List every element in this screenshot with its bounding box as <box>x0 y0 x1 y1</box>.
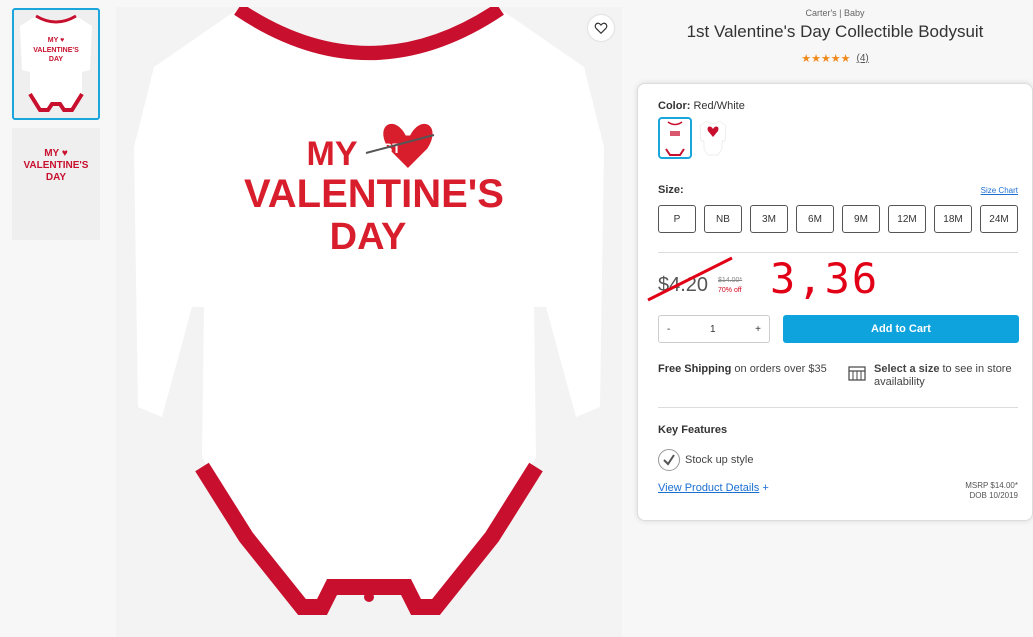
store-availability: Select a size to see in store availabili… <box>848 363 1028 389</box>
heart-icon <box>594 22 608 35</box>
quantity-increment-button[interactable]: + <box>755 324 761 335</box>
brand-breadcrumb[interactable]: Carter's | Baby <box>637 8 1033 18</box>
store-bold[interactable]: Select a size <box>874 363 939 375</box>
color-row: Color: Red/White <box>658 100 745 112</box>
details-label[interactable]: View Product Details <box>658 482 759 494</box>
size-option-9m[interactable]: 9M <box>842 205 880 233</box>
print-valentines: VALENTINE'S <box>244 172 504 216</box>
handwritten-price-annotation: 3,36 <box>770 254 880 303</box>
svg-text:DAY: DAY <box>46 172 67 183</box>
size-option-12m[interactable]: 12M <box>888 205 926 233</box>
msrp-value: MSRP $14.00* <box>965 481 1018 490</box>
feature-label: Stock up style <box>685 454 754 466</box>
bodysuit-illustration: MY 1ST VALENTINE'S DAY <box>134 7 604 615</box>
checkmark-icon <box>658 449 680 471</box>
size-label: Size: <box>658 184 684 196</box>
color-value: Red/White <box>693 100 745 112</box>
thumbnail-print-closeup[interactable]: MY ♥ VALENTINE'S DAY <box>12 128 100 240</box>
svg-text:MY ♥: MY ♥ <box>44 148 68 159</box>
svg-text:MY ♥: MY ♥ <box>48 37 64 44</box>
store-icon <box>848 366 866 381</box>
quantity-decrement-button[interactable]: - <box>667 324 670 335</box>
product-header: Carter's | Baby 1st Valentine's Day Coll… <box>637 0 1033 65</box>
size-option-6m[interactable]: 6M <box>796 205 834 233</box>
size-option-p[interactable]: P <box>658 205 696 233</box>
rating[interactable]: ★★★★★ (4) <box>637 52 1033 65</box>
size-option-24m[interactable]: 24M <box>980 205 1018 233</box>
feature-item: Stock up style <box>658 449 753 471</box>
discount-label: 70% off <box>718 287 742 294</box>
view-product-details-link[interactable]: View Product Details + <box>658 482 769 494</box>
size-chart-link[interactable]: Size Chart <box>981 186 1018 195</box>
print-day: DAY <box>330 216 407 258</box>
thumbnail-list: MY ♥ VALENTINE'S DAY MY ♥ VALENTINE'S DA… <box>12 8 102 248</box>
color-swatches <box>658 117 730 159</box>
quantity-stepper: - 1 + <box>658 315 770 343</box>
msrp-info: MSRP $14.00* DOB 10/2019 <box>965 481 1018 501</box>
product-title: 1st Valentine's Day Collectible Bodysuit <box>686 22 984 41</box>
svg-text:DAY: DAY <box>49 56 63 63</box>
quantity-value[interactable]: 1 <box>710 324 716 335</box>
swatch-red-white-front[interactable] <box>658 117 692 159</box>
size-option-3m[interactable]: 3M <box>750 205 788 233</box>
original-price: $14.00* <box>718 277 743 284</box>
size-options: P NB 3M 6M 9M 12M 18M 24M <box>658 205 1018 233</box>
rating-stars: ★★★★★ <box>801 53 851 65</box>
divider <box>658 252 1018 253</box>
svg-text:VALENTINE'S: VALENTINE'S <box>24 160 89 171</box>
size-option-nb[interactable]: NB <box>704 205 742 233</box>
shipping-bold: Free Shipping <box>658 363 732 375</box>
add-to-cart-button[interactable]: Add to Cart <box>783 315 1019 343</box>
purchase-panel: Color: Red/White Size: Size Chart P NB 3… <box>637 83 1033 521</box>
dob-value: DOB 10/2019 <box>969 491 1018 500</box>
print-my: MY <box>307 135 358 173</box>
key-features-heading: Key Features <box>658 424 728 436</box>
swatch-heart-variant[interactable] <box>696 117 730 159</box>
divider <box>658 407 1018 408</box>
shipping-info: Free Shipping on orders over $35 <box>658 363 828 376</box>
shipping-rest: on orders over $35 <box>731 363 827 375</box>
favorite-button[interactable] <box>588 15 614 41</box>
main-product-image: MY 1ST VALENTINE'S DAY <box>116 7 622 637</box>
svg-text:VALENTINE'S: VALENTINE'S <box>33 47 79 54</box>
plus-icon[interactable]: + <box>762 482 768 494</box>
color-label: Color: <box>658 100 691 112</box>
size-option-18m[interactable]: 18M <box>934 205 972 233</box>
thumbnail-front[interactable]: MY ♥ VALENTINE'S DAY <box>12 8 100 120</box>
rating-count[interactable]: (4) <box>857 53 869 64</box>
